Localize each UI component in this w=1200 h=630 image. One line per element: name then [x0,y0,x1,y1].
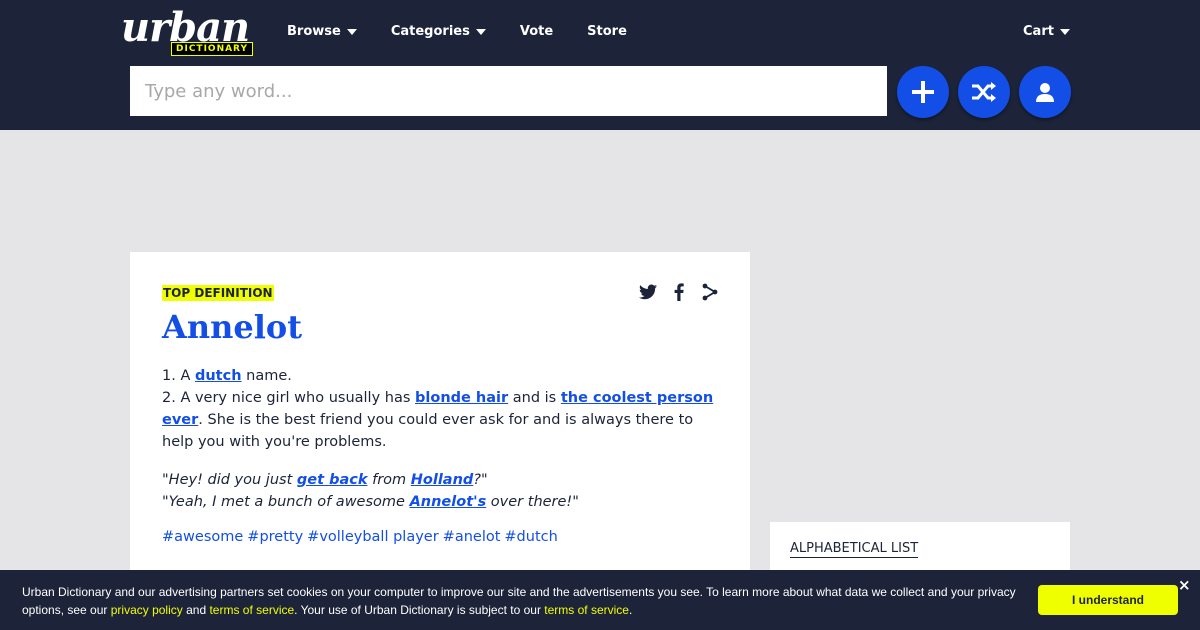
site-logo[interactable]: urban DICTIONARY [121,6,271,58]
cookie-text: . [628,603,633,617]
link-get-back[interactable]: get back [297,472,368,488]
definition-meaning: 1. A dutch name. 2. A very nice girl who… [162,365,718,453]
tag-pretty[interactable]: #pretty [247,529,303,545]
nav-categories[interactable]: Categories [391,24,486,39]
random-word-button[interactable] [958,66,1010,118]
twitter-icon [639,284,657,300]
twitter-share-button[interactable] [639,283,657,301]
cookie-message: Urban Dictionary and our advertising par… [22,583,1037,619]
alphabetical-list-title: ALPHABETICAL LIST [790,541,919,558]
example-text: "Hey! did you just [162,472,297,488]
i-understand-button[interactable]: I understand [1038,585,1178,615]
meaning-text: 1. A [162,368,195,384]
cookie-text: and [182,603,210,617]
nav-vote[interactable]: Vote [520,24,553,39]
logo-subtitle: DICTIONARY [171,42,254,56]
meaning-text: and is [508,390,561,406]
example-text: from [367,472,411,488]
facebook-share-button[interactable] [674,283,684,301]
user-icon [1036,83,1054,102]
meaning-line-1: 1. A dutch name. [162,365,718,387]
link-annelots[interactable]: Annelot's [410,494,487,510]
meaning-text: name. [241,368,292,384]
nav-categories-label: Categories [390,24,470,39]
meaning-text: . She is the best friend you could ever … [162,412,694,450]
top-definition-badge: TOP DEFINITION [162,285,274,301]
main-nav: Browse Categories Vote Store [287,24,661,39]
nav-store-label: Store [587,24,627,39]
nav-cart[interactable]: Cart [1023,24,1070,39]
example-text: ?" [473,472,488,488]
terms-of-service-link-2[interactable]: terms of service [544,603,629,617]
definition-example: "Hey! did you just get back from Holland… [162,469,718,513]
search-input[interactable] [130,66,887,116]
example-line-2: "Yeah, I met a bunch of awesome Annelot'… [162,491,718,513]
chevron-down-icon [475,28,486,35]
nav-store[interactable]: Store [587,24,627,39]
tag-dutch[interactable]: #dutch [504,529,557,545]
chevron-down-icon [1059,28,1070,35]
link-blonde-hair[interactable]: blonde hair [415,390,508,406]
nav-vote-label: Vote [519,24,554,39]
meaning-text: 2. A very nice girl who usually has [162,390,416,406]
definition-word[interactable]: Annelot [162,308,302,346]
cookie-banner: Urban Dictionary and our advertising par… [0,570,1200,630]
add-definition-button[interactable] [897,66,949,118]
facebook-icon [674,283,684,301]
nav-cart-label: Cart [1023,24,1054,39]
link-holland[interactable]: Holland [411,472,474,488]
tag-volleyball-player[interactable]: #volleyball player [307,529,439,545]
nav-browse[interactable]: Browse [287,24,357,39]
plus-icon [912,81,934,103]
link-dutch[interactable]: dutch [195,368,242,384]
share-icon [702,283,718,301]
close-icon[interactable]: × [1178,578,1191,593]
site-header: urban DICTIONARY Browse Categories Vote … [0,0,1200,130]
example-text: "Yeah, I met a bunch of awesome [162,494,410,510]
privacy-policy-link[interactable]: privacy policy [111,603,183,617]
terms-of-service-link[interactable]: terms of service [209,603,294,617]
shuffle-icon [972,82,996,102]
tag-list: #awesome #pretty #volleyball player #ane… [162,529,562,545]
example-text: over there!" [486,494,579,510]
nav-browse-label: Browse [287,24,341,39]
tag-awesome[interactable]: #awesome [162,529,243,545]
tag-anelot[interactable]: #anelot [443,529,501,545]
chevron-down-icon [346,28,357,35]
cookie-text: . Your use of Urban Dictionary is subjec… [294,603,545,617]
share-button[interactable] [701,283,719,301]
meaning-line-2: 2. A very nice girl who usually has blon… [162,387,718,453]
example-line-1: "Hey! did you just get back from Holland… [162,469,718,491]
user-account-button[interactable] [1019,66,1071,118]
